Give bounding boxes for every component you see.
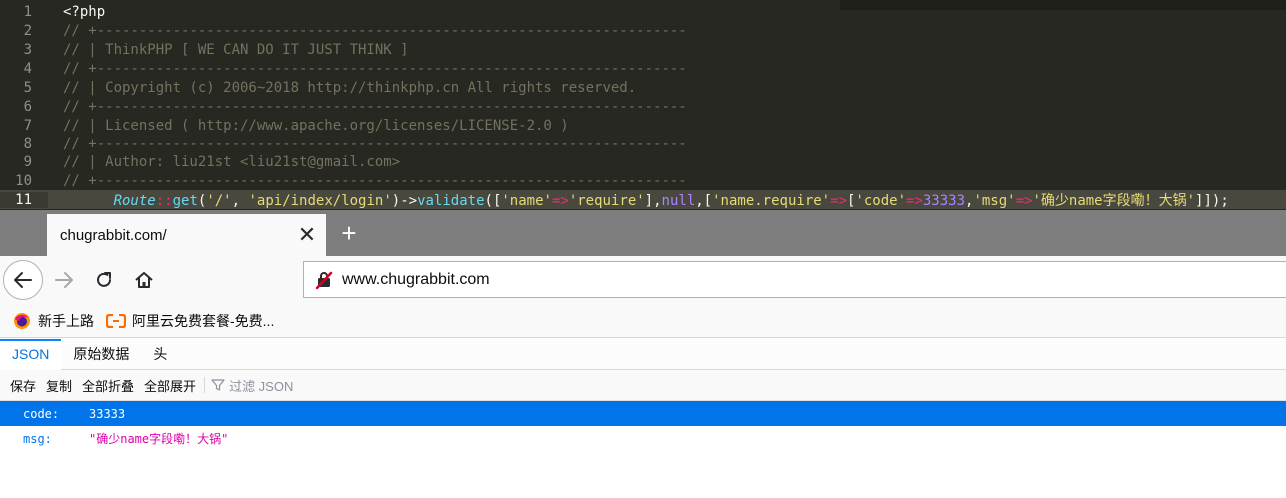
home-icon	[135, 272, 153, 288]
code-line: 9 // | Author: liu21st <liu21st@gmail.co…	[0, 152, 1286, 171]
back-arrow-icon	[14, 272, 32, 288]
insecure-connection-icon[interactable]	[304, 270, 340, 290]
json-value: 33333	[89, 406, 126, 421]
code-line: 7 // | Licensed ( http://www.apache.org/…	[0, 116, 1286, 135]
line-number: 1	[23, 3, 32, 20]
line-number: 2	[23, 22, 32, 39]
code-comment: // +------------------------------------…	[63, 60, 687, 77]
line-number: 10	[15, 172, 32, 189]
browser-tab[interactable]: chugrabbit.com/ ✕	[47, 214, 326, 256]
tab-json[interactable]: JSON	[0, 339, 62, 370]
line-number: 6	[23, 98, 32, 115]
filter-placeholder: 过滤 JSON	[229, 378, 294, 394]
code-token: '/'	[206, 192, 232, 209]
json-key: msg:	[23, 431, 52, 446]
back-button[interactable]	[3, 260, 43, 300]
code-comment: // +------------------------------------…	[63, 22, 687, 39]
code-token: =>	[830, 192, 847, 209]
json-value: "确少name字段嘞！大锅"	[89, 432, 229, 446]
code-comment: // +------------------------------------…	[63, 98, 687, 115]
save-button[interactable]: 保存	[10, 376, 36, 395]
code-comment: // +------------------------------------…	[63, 135, 687, 152]
copy-button[interactable]: 复制	[46, 376, 72, 395]
code-line: 3 // | ThinkPHP [ WE CAN DO IT JUST THIN…	[0, 40, 1286, 59]
json-toolbar: 保存 复制 全部折叠 全部展开 过滤 JSON	[0, 370, 1286, 401]
code-editor[interactable]: 1 <?php 2 // +--------------------------…	[0, 0, 1286, 210]
code-token: =>	[906, 192, 923, 209]
json-row-code[interactable]: code: 33333	[0, 401, 1286, 426]
code-line: 4 // +----------------------------------…	[0, 59, 1286, 78]
code-token: 33333	[922, 192, 966, 209]
forward-button[interactable]	[44, 260, 84, 300]
code-comment: // | ThinkPHP [ WE CAN DO IT JUST THINK …	[63, 41, 409, 58]
code-token: null	[661, 192, 696, 209]
code-line: 6 // +----------------------------------…	[0, 97, 1286, 116]
code-line: 2 // +----------------------------------…	[0, 21, 1286, 40]
code-token: Route	[113, 192, 156, 209]
code-token: ::	[155, 192, 173, 209]
line-number: 11	[0, 191, 48, 208]
line-number: 7	[23, 117, 32, 134]
json-viewer-tabs: JSON 原始数据 头	[0, 339, 1286, 370]
line-number: 9	[23, 153, 32, 170]
code-token: 'name.require'	[712, 192, 831, 209]
code-token: '确少name字段嘞！大锅'	[1032, 192, 1196, 209]
code-token: =>	[1015, 192, 1033, 209]
code-token: ,[	[695, 192, 713, 209]
code-line: 1 <?php	[0, 2, 1286, 21]
code-line: 5 // | Copyright (c) 2006~2018 http://th…	[0, 78, 1286, 97]
reload-button[interactable]	[84, 260, 124, 300]
firefox-icon	[12, 311, 32, 331]
code-token: 'code'	[855, 192, 906, 209]
code-token: get	[172, 192, 198, 209]
code-token: 'api/index/login'	[248, 192, 392, 209]
bookmark-label: 新手上路	[38, 312, 94, 329]
collapse-all-button[interactable]: 全部折叠	[82, 376, 134, 395]
code-token: =>	[551, 192, 569, 209]
code-token: ([	[484, 192, 502, 209]
code-token: 'msg'	[973, 192, 1016, 209]
close-tab-icon[interactable]: ✕	[294, 224, 320, 246]
filter-json-input[interactable]: 过滤 JSON	[211, 376, 293, 395]
tab-raw-data[interactable]: 原始数据	[61, 339, 141, 370]
browser-tab-strip: chugrabbit.com/ ✕ +	[0, 210, 1286, 256]
bookmark-getting-started[interactable]: 新手上路	[12, 311, 94, 331]
expand-all-button[interactable]: 全部展开	[144, 376, 196, 395]
code-text: <?php	[63, 3, 106, 20]
json-row-msg[interactable]: msg: "确少name字段嘞！大锅"	[0, 426, 1286, 451]
code-token: 'name'	[501, 192, 552, 209]
forward-arrow-icon	[55, 272, 73, 288]
tab-title: chugrabbit.com/	[60, 226, 167, 244]
code-comment: // | Author: liu21st <liu21st@gmail.com>	[63, 153, 401, 170]
reload-icon	[97, 272, 111, 287]
line-number: 8	[23, 135, 32, 152]
home-button[interactable]	[124, 260, 164, 300]
navigation-toolbar: www.chugrabbit.com	[0, 256, 1286, 304]
filter-icon	[211, 379, 225, 391]
line-number: 3	[23, 41, 32, 58]
code-comment: // | Licensed ( http://www.apache.org/li…	[63, 117, 569, 134]
code-comment: // | Copyright (c) 2006~2018 http://thin…	[63, 79, 637, 96]
aliyun-icon	[106, 311, 126, 331]
code-token: )->	[391, 192, 418, 209]
toolbar-divider	[204, 377, 206, 393]
url-text[interactable]: www.chugrabbit.com	[340, 271, 490, 289]
active-code-line[interactable]: 11 Route::get('/', 'api/index/login')->v…	[0, 190, 1286, 209]
bookmarks-toolbar: 新手上路 阿里云免费套餐-免费...	[0, 304, 1286, 338]
bookmark-aliyun[interactable]: 阿里云免费套餐-免费...	[106, 311, 274, 331]
bookmark-label: 阿里云免费套餐-免费...	[132, 312, 275, 329]
code-token: validate	[417, 192, 485, 209]
new-tab-button[interactable]: +	[336, 218, 362, 248]
tab-headers[interactable]: 头	[141, 339, 179, 370]
code-token: ,	[231, 192, 249, 209]
line-number: 5	[23, 79, 32, 96]
code-token: ],	[644, 192, 662, 209]
line-number: 4	[23, 60, 32, 77]
code-line: 8 // +----------------------------------…	[0, 134, 1286, 153]
code-token: ]]);	[1195, 192, 1229, 209]
code-token: 'require'	[568, 192, 645, 209]
url-bar[interactable]: www.chugrabbit.com	[303, 261, 1286, 298]
json-key: code:	[23, 406, 60, 421]
